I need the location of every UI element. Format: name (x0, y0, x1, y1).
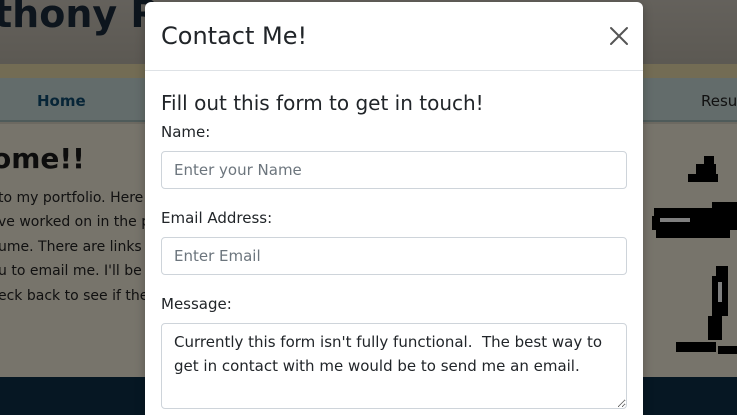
email-label: Email Address: (161, 209, 273, 227)
name-input[interactable] (161, 151, 627, 189)
modal-header: Contact Me! (145, 2, 643, 71)
message-textarea[interactable]: Currently this form isn't fully function… (161, 323, 627, 409)
message-label: Message: (161, 295, 232, 313)
modal-title: Contact Me! (161, 22, 308, 50)
close-icon[interactable] (609, 26, 629, 46)
name-label: Name: (161, 123, 211, 141)
contact-modal: Contact Me! Fill out this form to get in… (145, 2, 643, 415)
form-heading: Fill out this form to get in touch! (161, 91, 484, 115)
modal-body: Fill out this form to get in touch! Name… (145, 71, 643, 409)
email-input[interactable] (161, 237, 627, 275)
